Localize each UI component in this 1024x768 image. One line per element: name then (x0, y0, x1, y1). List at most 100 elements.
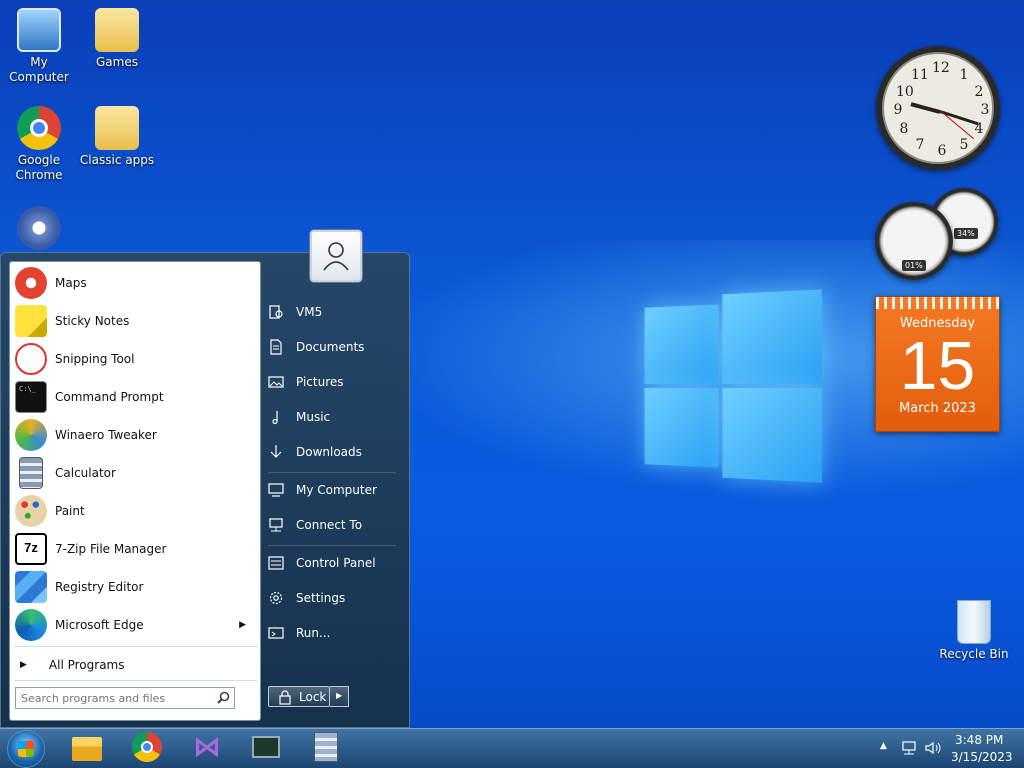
taskbar-task-manager[interactable] (252, 732, 284, 764)
clock-numeral: 2 (974, 84, 984, 100)
clock-numeral: 3 (980, 102, 990, 118)
run-icon (268, 627, 284, 639)
calendar-month-year: March 2023 (899, 401, 976, 416)
volume-icon[interactable] (925, 741, 941, 755)
user-folder-icon (269, 305, 283, 319)
clock-numeral: 12 (932, 60, 950, 76)
all-programs-button[interactable]: ▶ All Programs (12, 652, 258, 678)
chrome-icon (17, 106, 61, 150)
search-icon[interactable] (217, 691, 230, 704)
program-maps[interactable]: Maps (12, 264, 258, 302)
clock-numeral: 8 (899, 121, 909, 137)
program-microsoft-edge[interactable]: Microsoft Edge ▶ (12, 606, 258, 644)
scissors-icon (15, 343, 47, 375)
start-item-control-panel[interactable]: Control Panel (268, 549, 404, 577)
submenu-arrow-icon: ▶ (239, 620, 246, 630)
calculator-icon (19, 457, 43, 489)
document-icon (270, 339, 282, 355)
control-panel-icon (268, 556, 284, 570)
memory-usage: 34% (954, 228, 978, 239)
task-manager-icon (252, 736, 280, 758)
edge-icon (15, 609, 47, 641)
clock-numeral: 7 (915, 137, 925, 153)
sticky-notes-icon (15, 305, 47, 337)
music-icon (272, 411, 278, 425)
lock-button[interactable]: Lock (268, 686, 330, 707)
desktop-icon-games[interactable]: Games (79, 8, 155, 70)
program-sticky-notes[interactable]: Sticky Notes (12, 302, 258, 340)
start-item-pictures[interactable]: Pictures (268, 368, 404, 396)
clock-numeral: 9 (893, 102, 903, 118)
windows-flag-icon (18, 741, 34, 757)
taskbar-calculator[interactable] (314, 732, 346, 764)
program-calculator[interactable]: Calculator (12, 454, 258, 492)
start-item-settings[interactable]: Settings (268, 584, 404, 612)
monitor-icon (268, 483, 284, 497)
taskbar-date[interactable]: 3/15/2023 (951, 750, 1013, 764)
recycle-bin-icon (957, 600, 991, 644)
shutdown-options-button[interactable]: ▶ (330, 686, 349, 707)
download-icon (270, 445, 282, 458)
start-item-my-computer[interactable]: My Computer (268, 476, 404, 504)
program-7zip[interactable]: 7z 7-Zip File Manager (12, 530, 258, 568)
start-item-downloads[interactable]: Downloads (268, 438, 404, 466)
network-icon[interactable] (901, 741, 917, 755)
terminal-icon: C:\_ (15, 381, 47, 413)
show-hidden-icons-button[interactable]: ▲ (880, 741, 887, 751)
program-winaero-tweaker[interactable]: Winaero Tweaker (12, 416, 258, 454)
calculator-icon (314, 732, 338, 762)
clock-numeral: 11 (911, 67, 929, 83)
gear-icon (269, 591, 283, 605)
7zip-icon: 7z (15, 533, 47, 565)
file-explorer-icon (72, 737, 102, 761)
clock-numeral: 5 (959, 137, 969, 153)
clock-numeral: 6 (937, 143, 947, 159)
taskbar-visual-studio[interactable]: ⋈ (192, 732, 224, 764)
tweaker-icon (17, 206, 61, 250)
programs-pane: Maps Sticky Notes Snipping Tool C:\_ Com… (9, 261, 261, 721)
clock-gadget[interactable]: 12 1 2 3 4 5 6 7 8 9 10 11 (876, 46, 1000, 170)
computer-icon (17, 8, 61, 52)
start-button[interactable] (7, 730, 45, 768)
start-item-music[interactable]: Music (268, 403, 404, 431)
registry-icon (15, 571, 47, 603)
picture-icon (268, 376, 284, 388)
windows-logo (644, 285, 822, 485)
taskbar-chrome[interactable] (132, 732, 164, 764)
program-registry-editor[interactable]: Registry Editor (12, 568, 258, 606)
hour-hand (910, 102, 941, 114)
lock-icon (279, 689, 291, 705)
program-paint[interactable]: Paint (12, 492, 258, 530)
start-item-documents[interactable]: Documents (268, 333, 404, 361)
program-snipping-tool[interactable]: Snipping Tool (12, 340, 258, 378)
tweaker-icon (15, 419, 47, 451)
clock-numeral: 10 (896, 84, 914, 100)
start-item-run[interactable]: Run... (268, 619, 404, 647)
folder-icon (95, 8, 139, 52)
program-command-prompt[interactable]: C:\_ Command Prompt (12, 378, 258, 416)
network-icon (269, 518, 283, 532)
taskbar-file-explorer[interactable] (72, 732, 104, 764)
chevron-right-icon: ▶ (336, 691, 343, 700)
user-avatar[interactable] (310, 230, 362, 282)
search-input[interactable] (15, 687, 235, 709)
desktop-icon-winaero[interactable] (1, 206, 77, 253)
taskbar-time[interactable]: 3:48 PM (955, 733, 1003, 747)
desktop-icon-my-computer[interactable]: My Computer (1, 8, 77, 85)
chrome-icon (132, 732, 162, 762)
calendar-gadget[interactable]: Wednesday 15 March 2023 (875, 296, 1000, 432)
minute-hand (939, 110, 979, 126)
desktop-icon-recycle-bin[interactable]: Recycle Bin (936, 600, 1012, 662)
visual-studio-icon: ⋈ (193, 730, 221, 763)
palette-icon (15, 495, 47, 527)
start-item-vm5[interactable]: VM5 (268, 298, 404, 326)
start-item-connect-to[interactable]: Connect To (268, 511, 404, 539)
calendar-day: 15 (899, 328, 976, 404)
folder-icon (95, 106, 139, 150)
clock-numeral: 1 (959, 67, 969, 83)
cpu-usage: 01% (902, 260, 926, 271)
desktop-icon-classic-apps[interactable]: Classic apps (79, 106, 155, 168)
maps-icon (15, 267, 47, 299)
desktop-icon-google-chrome[interactable]: Google Chrome (1, 106, 77, 183)
user-icon (323, 242, 349, 271)
